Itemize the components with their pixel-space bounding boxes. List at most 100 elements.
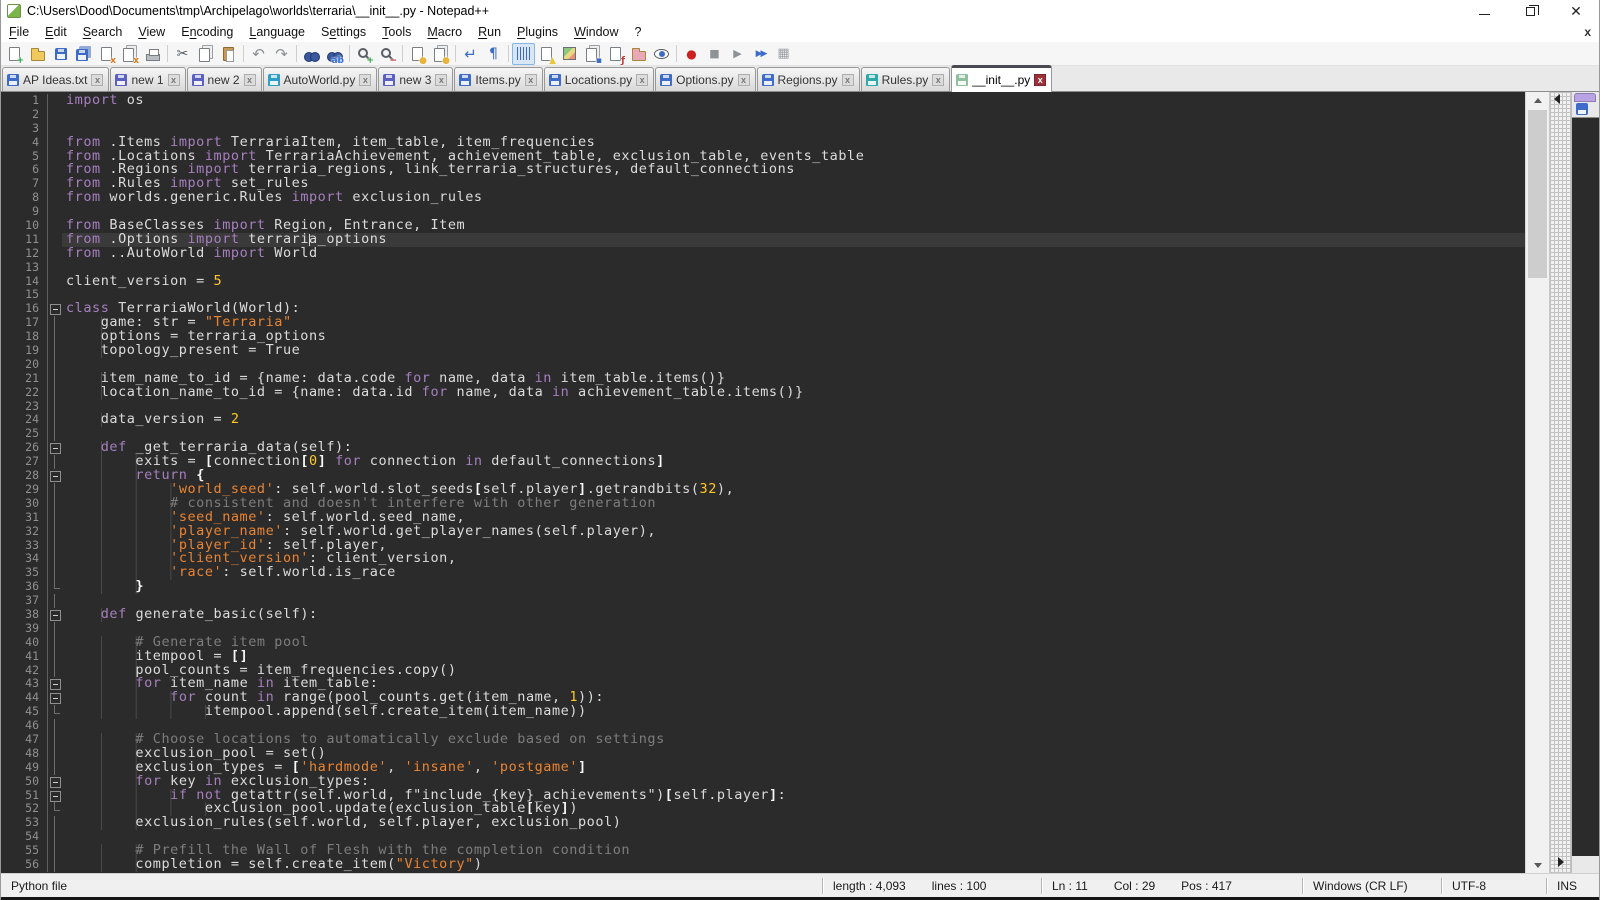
minimize-button[interactable] <box>1461 0 1507 22</box>
zoom-out-icon[interactable] <box>376 43 399 65</box>
code-text[interactable]: import os <box>62 94 1525 108</box>
close-file-icon[interactable] <box>95 43 118 65</box>
menu-item-macro[interactable]: Macro <box>419 23 470 41</box>
menu-item-window[interactable]: Window <box>566 23 626 41</box>
menu-item-?[interactable]: ? <box>627 23 650 41</box>
code-text[interactable] <box>62 400 1525 414</box>
splitter-collapse-right-icon[interactable] <box>1558 857 1564 867</box>
code-text[interactable] <box>62 108 1525 122</box>
code-line[interactable]: 38 def generate_basic(self): <box>1 608 1525 622</box>
fold-collapse-icon[interactable] <box>48 691 62 705</box>
tab-close-icon[interactable]: x <box>1034 74 1046 86</box>
code-line[interactable]: 56 completion = self.create_item("Victor… <box>1 858 1525 872</box>
fold-collapse-icon[interactable] <box>48 302 62 316</box>
code-text[interactable]: exclusion_rules(self.world, self.player,… <box>62 816 1525 830</box>
menubar-close-icon[interactable]: x <box>1584 25 1591 39</box>
document-map-icon[interactable] <box>558 43 581 65</box>
scrollbar-thumb[interactable] <box>1528 110 1547 278</box>
code-line[interactable]: 13 <box>1 261 1525 275</box>
tab-close-icon[interactable]: x <box>738 74 750 86</box>
tab-new-1[interactable]: new 1x <box>110 67 185 91</box>
menu-item-plugins[interactable]: Plugins <box>509 23 566 41</box>
tab-close-icon[interactable]: x <box>359 74 371 86</box>
splitter-collapse-left-icon[interactable] <box>1554 94 1560 104</box>
code-editor[interactable]: 1import os234from .Items import Terraria… <box>1 92 1525 873</box>
tab-close-icon[interactable]: x <box>244 74 256 86</box>
secondary-view-editor[interactable] <box>1572 118 1599 856</box>
tab-close-icon[interactable]: x <box>91 74 103 86</box>
fold-collapse-icon[interactable] <box>48 677 62 691</box>
open-file-icon[interactable] <box>26 43 49 65</box>
cut-icon[interactable]: ✂ <box>171 43 194 65</box>
code-line[interactable]: 2 <box>1 108 1525 122</box>
close-button[interactable]: ✕ <box>1553 0 1599 22</box>
user-defined-language-icon[interactable] <box>535 43 558 65</box>
macro-save-icon[interactable]: ▦ <box>772 43 795 65</box>
code-line[interactable]: 53 exclusion_rules(self.world, self.play… <box>1 816 1525 830</box>
new-file-icon[interactable] <box>3 43 26 65</box>
code-text[interactable] <box>62 261 1525 275</box>
menu-item-view[interactable]: View <box>130 23 173 41</box>
print-icon[interactable] <box>141 43 164 65</box>
tab-close-icon[interactable]: x <box>525 74 537 86</box>
code-text[interactable]: } <box>62 580 1525 594</box>
tab-close-icon[interactable]: x <box>636 74 648 86</box>
scroll-down-button[interactable] <box>1526 857 1549 873</box>
replace-icon[interactable] <box>323 43 346 65</box>
macro-record-icon[interactable]: ● <box>680 43 703 65</box>
close-all-icon[interactable] <box>118 43 141 65</box>
code-line[interactable]: 14client_version = 5 <box>1 275 1525 289</box>
show-indent-guide-icon[interactable] <box>512 43 535 65</box>
fold-collapse-icon[interactable] <box>48 789 62 803</box>
menu-item-encoding[interactable]: Encoding <box>173 23 241 41</box>
code-text[interactable]: topology_present = True <box>62 344 1525 358</box>
fold-collapse-icon[interactable] <box>48 608 62 622</box>
code-text[interactable]: data_version = 2 <box>62 413 1525 427</box>
paste-icon[interactable] <box>217 43 240 65</box>
code-text[interactable]: def generate_basic(self): <box>62 608 1525 622</box>
monitoring-eye-icon[interactable] <box>650 43 673 65</box>
macro-run-multiple-icon[interactable]: ▶▶ <box>749 43 772 65</box>
save-icon[interactable] <box>49 43 72 65</box>
undo-icon[interactable]: ↶ <box>247 43 270 65</box>
tab-__init__-py[interactable]: __init__.pyx <box>951 65 1052 92</box>
tab-close-icon[interactable]: x <box>932 74 944 86</box>
folder-as-workspace-icon[interactable] <box>627 43 650 65</box>
code-text[interactable]: client_version = 5 <box>62 275 1525 289</box>
restore-button[interactable] <box>1507 0 1553 22</box>
tab-locations-py[interactable]: Locations.pyx <box>544 67 654 91</box>
word-wrap-icon[interactable]: ↵ <box>459 43 482 65</box>
fold-collapse-icon[interactable] <box>48 469 62 483</box>
menu-item-run[interactable]: Run <box>470 23 509 41</box>
macro-stop-icon[interactable]: ■ <box>703 43 726 65</box>
copy-icon[interactable] <box>194 43 217 65</box>
tab-options-py[interactable]: Options.pyx <box>655 67 755 91</box>
zoom-in-icon[interactable] <box>353 43 376 65</box>
tab-ap-ideas-txt[interactable]: AP Ideas.txtx <box>2 67 109 91</box>
code-text[interactable]: completion = self.create_item("Victory") <box>62 858 1525 872</box>
code-line[interactable]: 8from worlds.generic.Rules import exclus… <box>1 191 1525 205</box>
menu-item-edit[interactable]: Edit <box>37 23 75 41</box>
code-text[interactable]: itempool.append(self.create_item(item_na… <box>62 705 1525 719</box>
tab-autoworld-py[interactable]: AutoWorld.pyx <box>263 67 378 91</box>
tab-rules-py[interactable]: Rules.pyx <box>861 67 951 91</box>
tab-close-icon[interactable]: x <box>435 74 447 86</box>
menu-item-language[interactable]: Language <box>241 23 313 41</box>
secondary-view-tab[interactable] <box>1574 93 1596 102</box>
vertical-scrollbar[interactable] <box>1525 92 1549 873</box>
code-line[interactable]: 12from ..AutoWorld import World <box>1 247 1525 261</box>
code-text[interactable]: from ..AutoWorld import World <box>62 247 1525 261</box>
sync-vertical-icon[interactable] <box>406 43 429 65</box>
tab-new-2[interactable]: new 2x <box>187 67 262 91</box>
view-splitter[interactable] <box>1549 92 1571 873</box>
function-list-icon[interactable] <box>604 43 627 65</box>
tab-new-3[interactable]: new 3x <box>378 67 453 91</box>
fold-collapse-icon[interactable] <box>48 775 62 789</box>
document-list-icon[interactable] <box>581 43 604 65</box>
menu-item-tools[interactable]: Tools <box>374 23 419 41</box>
tab-regions-py[interactable]: Regions.pyx <box>757 67 860 91</box>
sync-horizontal-icon[interactable] <box>429 43 452 65</box>
menu-item-file[interactable]: File <box>1 23 37 41</box>
code-line[interactable]: 24 data_version = 2 <box>1 413 1525 427</box>
tab-items-py[interactable]: Items.pyx <box>454 67 542 91</box>
